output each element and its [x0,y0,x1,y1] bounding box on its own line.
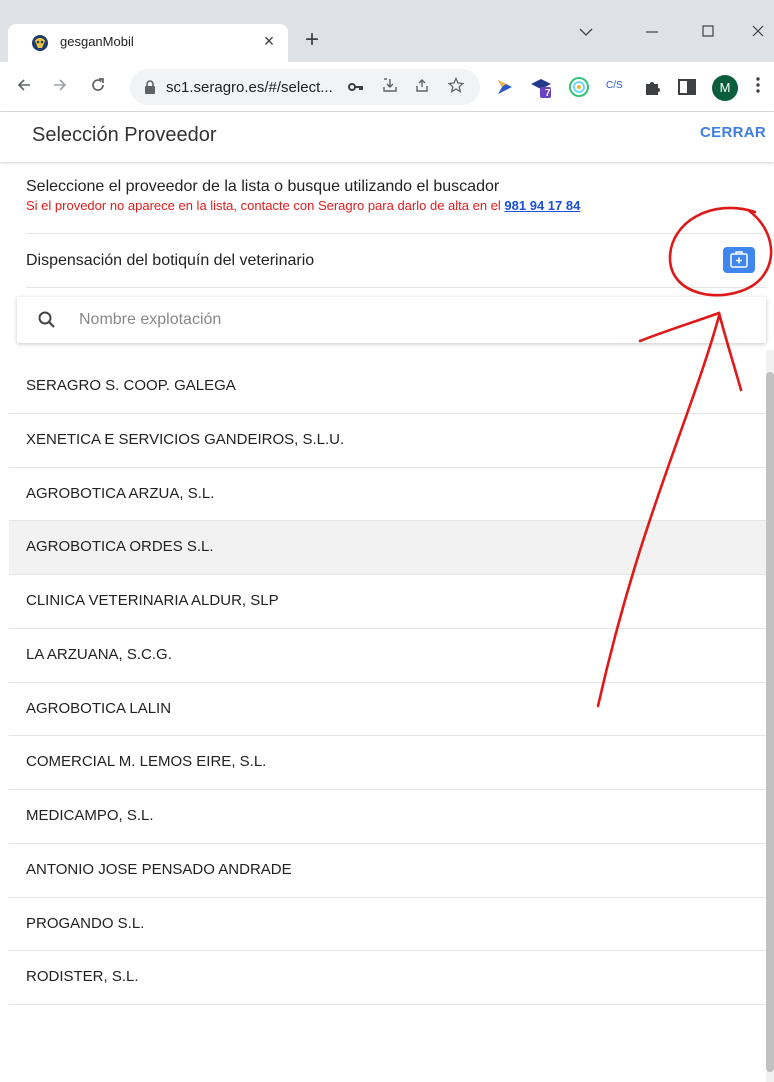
provider-name: MEDICAMPO, S.L. [26,807,154,824]
forward-icon[interactable] [46,73,74,101]
close-window-icon[interactable] [738,18,774,48]
address-bar[interactable]: sc1.seragro.es/#/select... [130,69,480,105]
list-item[interactable]: RODISTER, S.L. [9,951,766,1005]
extensions-puzzle-icon[interactable] [642,76,664,98]
search-bar [17,297,766,343]
tab-close-icon[interactable]: × [258,30,280,52]
provider-name: AGROBOTICA ORDES S.L. [26,538,214,556]
provider-name: PROGANDO S.L. [26,914,145,932]
back-icon[interactable] [10,73,38,101]
provider-name: XENETICA E SERVICIOS GANDEIROS, S.L.U. [26,430,345,448]
page-title: Selección Proveedor [32,124,217,146]
maximize-window-icon[interactable] [688,18,728,48]
app-header: Selección Proveedor CERRAR [0,112,774,162]
search-input[interactable] [77,305,737,335]
dispensation-label: Dispensación del botiquín del veterinari… [26,252,315,269]
list-item[interactable]: SERAGRO S. COOP. GALEGA [9,360,766,414]
install-app-icon[interactable] [380,77,400,97]
more-menu-icon[interactable] [744,73,772,101]
instructions: Seleccione el proveedor de la lista o bu… [26,178,766,213]
extension-arrow-icon[interactable] [494,76,516,98]
phone-link[interactable]: 981 94 17 84 [504,198,580,213]
new-tab-button[interactable]: + [298,26,326,54]
provider-list: SERAGRO S. COOP. GALEGA XENETICA E SERVIC… [9,360,766,1005]
side-panel-icon[interactable] [676,76,698,98]
scrollbar[interactable] [766,350,774,1082]
divider [26,233,766,234]
list-item[interactable]: AGROBOTICA ARZUA, S.L. [9,468,766,522]
browser-tab-strip: gesganMobil × + [0,0,774,62]
gesgan-favicon-icon [32,35,48,51]
provider-name: COMERCIAL M. LEMOS EIRE, S.L. [26,753,267,771]
chevron-down-icon[interactable] [566,18,606,48]
lock-icon [145,80,155,94]
list-item[interactable]: CLINICA VETERINARIA ALDUR, SLP [9,575,766,629]
provider-name: SERAGRO S. COOP. GALEGA [26,377,236,394]
warning-message: Si el provedor no aparece en la lista, c… [26,198,505,213]
provider-name: CLINICA VETERINARIA ALDUR, SLP [26,592,279,609]
list-item[interactable]: COMERCIAL M. LEMOS EIRE, S.L. [9,736,766,790]
list-item[interactable]: XENETICA E SERVICIOS GANDEIROS, S.L.U. [9,414,766,468]
provider-name: LA ARZUANA, S.C.G. [26,645,172,663]
extension-target-icon[interactable] [568,76,590,98]
scrollbar-thumb[interactable] [766,372,774,1072]
list-item[interactable]: MEDICAMPO, S.L. [9,790,766,844]
reload-icon[interactable] [84,73,112,101]
provider-name: ANTONIO JOSE PENSADO ANDRADE [26,860,292,878]
share-icon[interactable] [412,77,432,97]
tab-title: gesganMobil [60,34,134,49]
url-text: sc1.seragro.es/#/select... [166,79,333,96]
warning-text: Si el provedor no aparece en la lista, c… [26,198,766,213]
list-item[interactable]: PROGANDO S.L. [9,898,766,952]
provider-name: AGROBOTICA LALIN [26,699,172,717]
key-icon[interactable] [346,77,366,97]
close-button[interactable]: CERRAR [700,124,766,141]
dispensation-button[interactable] [723,247,755,273]
profile-avatar[interactable]: M [712,75,738,101]
divider [26,287,766,288]
search-icon [38,311,55,328]
list-item[interactable]: LA ARZUANA, S.C.G. [9,629,766,683]
instructions-text: Seleccione el proveedor de la lista o bu… [26,178,500,195]
medical-kit-plus-icon [730,251,748,268]
list-item[interactable]: AGROBOTICA LALIN [9,683,766,737]
extension-badge: 7 [545,88,551,99]
extension-cs-icon[interactable]: C/S [606,80,623,91]
minimize-window-icon[interactable] [632,18,672,48]
provider-name: AGROBOTICA ARZUA, S.L. [26,484,215,502]
browser-tab[interactable]: gesganMobil × [8,24,288,62]
list-item[interactable]: AGROBOTICA ORDES S.L. [9,521,766,575]
list-item[interactable]: ANTONIO JOSE PENSADO ANDRADE [9,844,766,898]
browser-toolbar: sc1.seragro.es/#/select... 7 C/S M [0,62,774,112]
bookmark-star-icon[interactable] [446,76,466,97]
provider-name: RODISTER, S.L. [26,968,139,986]
